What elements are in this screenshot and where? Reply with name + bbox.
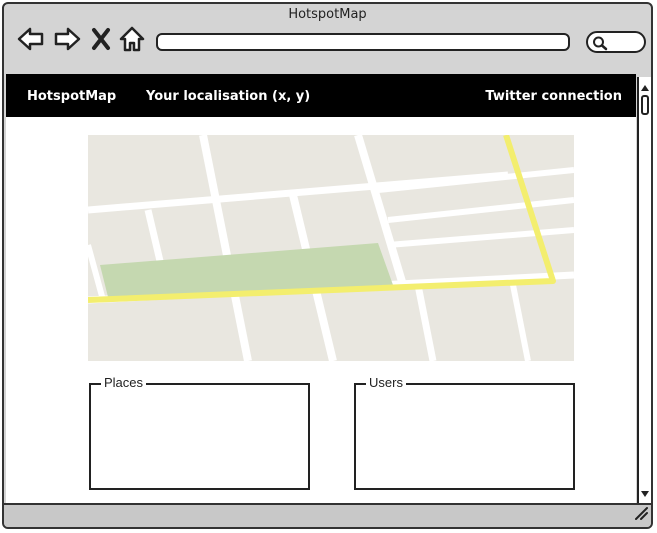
top-navbar: HotspotMap Your localisation (x, y) Twit… — [6, 74, 636, 117]
address-bar-input[interactable] — [156, 33, 570, 51]
users-panel-label: Users — [366, 375, 406, 390]
home-icon[interactable] — [118, 24, 146, 58]
forward-arrow-icon[interactable] — [52, 24, 82, 58]
status-bar — [4, 503, 651, 527]
users-panel: Users — [354, 375, 575, 490]
scroll-down-arrow-icon[interactable] — [640, 484, 650, 503]
window-title: HotspotMap — [288, 7, 367, 22]
nav-brand-link[interactable]: HotspotMap — [27, 89, 116, 104]
resize-grip-icon[interactable] — [633, 505, 649, 525]
places-panel: Places — [89, 375, 310, 490]
back-arrow-icon[interactable] — [16, 24, 46, 58]
search-field[interactable] — [586, 31, 646, 53]
nav-localisation-link[interactable]: Your localisation (x, y) — [146, 89, 310, 104]
places-panel-label: Places — [101, 375, 147, 390]
map-view[interactable] — [85, 133, 575, 365]
browser-window: HotspotMap HotspotMap Your localisation … — [2, 2, 653, 529]
search-icon — [592, 35, 608, 55]
stop-close-icon[interactable] — [90, 24, 112, 58]
vertical-scrollbar[interactable] — [637, 77, 651, 505]
page-content: Places Users — [6, 117, 636, 508]
scrollbar-thumb[interactable] — [641, 95, 649, 115]
nav-twitter-connection-link[interactable]: Twitter connection — [485, 89, 622, 104]
